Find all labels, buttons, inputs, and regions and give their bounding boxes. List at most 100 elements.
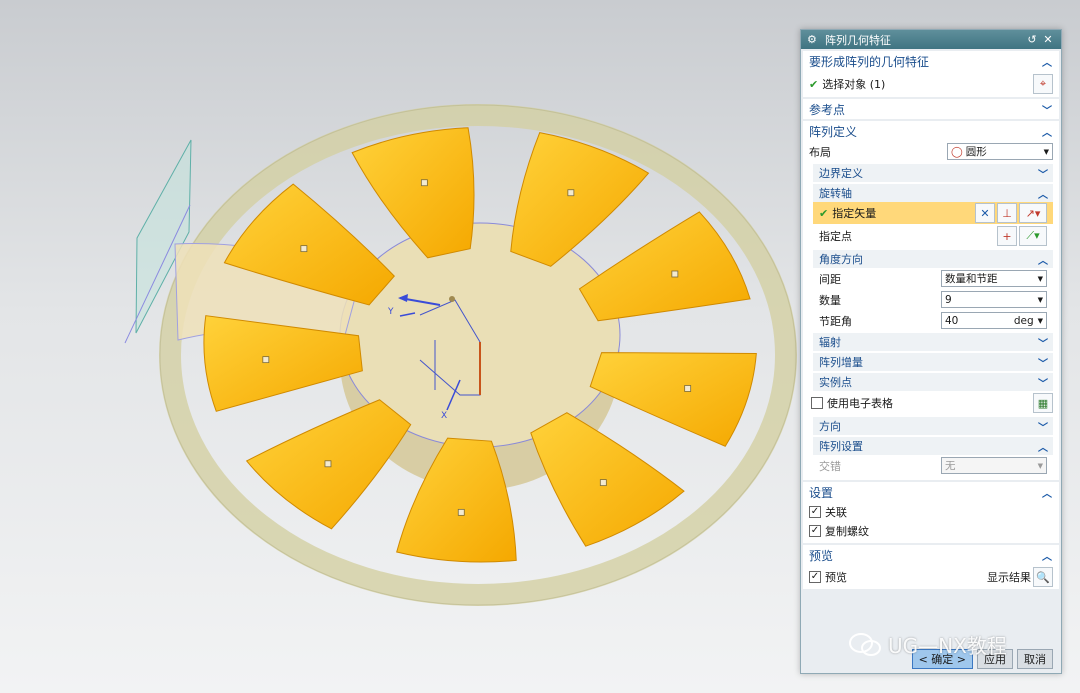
instance-points-header[interactable]: 实例点 ﹀ <box>813 373 1053 391</box>
spacing-select[interactable]: 数量和节距 ▼ <box>941 270 1047 287</box>
pitch-angle-value: 40 <box>945 314 959 327</box>
section-definition-title: 阵列定义 <box>809 124 858 139</box>
fan-blade[interactable] <box>589 352 757 447</box>
count-value: 9 <box>945 293 952 306</box>
direction-header[interactable]: 方向 ﹀ <box>813 417 1053 435</box>
chevron-up-icon[interactable]: ︿ <box>1037 186 1049 201</box>
specify-point-row[interactable]: 指定点 + ⟋▾ <box>813 224 1053 248</box>
associative-label: 关联 <box>825 505 847 519</box>
magnifier-icon[interactable]: 🔍 <box>1033 567 1053 587</box>
preview-checkbox[interactable]: ✓ <box>809 571 821 583</box>
chevron-down-icon[interactable]: ﹀ <box>1037 355 1049 370</box>
blade-reference-marker[interactable] <box>262 356 270 364</box>
spreadsheet-icon[interactable]: ▦ <box>1033 393 1053 413</box>
pitch-angle-row: 节距角 40 deg ▼ <box>813 310 1053 331</box>
section-preview-header[interactable]: 预览 ︿ <box>803 545 1059 565</box>
pitch-angle-label: 节距角 <box>819 314 852 328</box>
show-result-label: 显示结果 <box>987 571 1031 584</box>
boundary-title: 边界定义 <box>819 167 863 180</box>
pattern-settings-title: 阵列设置 <box>819 440 863 453</box>
count-input[interactable]: 9 ▼ <box>941 291 1047 308</box>
check-icon: ✔ <box>819 206 829 220</box>
reverse-direction-icon[interactable]: ✕ <box>975 203 995 223</box>
chevron-up-icon[interactable]: ︿ <box>1037 252 1049 267</box>
dropdown-arrow-icon[interactable]: ▼ <box>1038 296 1043 304</box>
rotation-axis-header[interactable]: 旋转轴 ︿ <box>813 184 1053 202</box>
pattern-geometry-dialog[interactable]: ⚙ 阵列几何特征 ↺ ✕ 要形成阵列的几何特征 ︿ ✔ 选择对象 (1) ⌖ 参… <box>800 29 1062 674</box>
increment-header[interactable]: 阵列增量 ﹀ <box>813 353 1053 371</box>
boundary-header[interactable]: 边界定义 ﹀ <box>813 164 1053 182</box>
layout-select[interactable]: ◯ 圆形 ▼ <box>947 143 1053 160</box>
spreadsheet-label: 使用电子表格 <box>827 397 893 410</box>
select-object-label: 选择对象 (1) <box>822 78 886 91</box>
blade-reference-marker[interactable] <box>300 245 308 253</box>
section-geometry-header[interactable]: 要形成阵列的几何特征 ︿ <box>803 51 1059 71</box>
chevron-up-icon[interactable]: ︿ <box>1041 485 1053 500</box>
fan-blade[interactable] <box>530 412 685 547</box>
chevron-down-icon[interactable]: ﹀ <box>1037 166 1049 181</box>
pitch-unit[interactable]: deg <box>1014 315 1034 327</box>
blade-reference-marker[interactable] <box>671 270 679 278</box>
vector-axis-icon[interactable]: ⊥ <box>997 203 1017 223</box>
chevron-up-icon[interactable]: ︿ <box>1037 439 1049 454</box>
subsection-radiation: 辐射 ﹀ 阵列增量 ﹀ 实例点 ﹀ <box>813 333 1053 391</box>
specify-vector-row[interactable]: ✔ 指定矢量 ✕ ⊥ ↗▾ <box>813 202 1053 224</box>
chevron-up-icon[interactable]: ︿ <box>1041 548 1053 563</box>
section-definition-header[interactable]: 阵列定义 ︿ <box>803 121 1059 141</box>
subsection-direction: 方向 ﹀ 阵列设置 ︿ 交错 无 ▼ <box>813 417 1053 476</box>
dialog-title: 阵列几何特征 <box>825 33 891 47</box>
associative-row: ✓ 关联 <box>803 502 1059 521</box>
pitch-angle-input[interactable]: 40 deg ▼ <box>941 312 1047 329</box>
point-inference-icon[interactable]: ⟋▾ <box>1019 226 1047 246</box>
associative-checkbox[interactable]: ✓ <box>809 505 821 518</box>
stagger-select[interactable]: 无 ▼ <box>941 457 1047 474</box>
chevron-down-icon[interactable]: ﹀ <box>1037 335 1049 350</box>
section-reference-header[interactable]: 参考点 ﹀ <box>803 99 1059 119</box>
section-pattern-definition: 阵列定义 ︿ 布局 ◯ 圆形 ▼ 边界定义 ﹀ 旋转轴 ︿ ✔ 指定矢量 ✕ ⊥… <box>803 121 1059 480</box>
model-canvas[interactable]: Y X <box>0 0 800 693</box>
blade-reference-marker[interactable] <box>567 189 575 197</box>
dropdown-arrow-icon: ▼ <box>1043 147 1049 156</box>
copy-threads-checkbox[interactable]: ✓ <box>809 524 821 537</box>
blade-reference-marker[interactable] <box>324 460 332 468</box>
blade-reference-marker[interactable] <box>684 385 692 392</box>
chevron-up-icon[interactable]: ︿ <box>1041 54 1053 69</box>
stagger-row: 交错 无 ▼ <box>813 455 1053 476</box>
stagger-label: 交错 <box>819 459 841 473</box>
count-label: 数量 <box>819 293 841 307</box>
layout-label: 布局 <box>809 145 831 159</box>
specify-point-label: 指定点 <box>819 230 852 243</box>
select-object-row[interactable]: ✔ 选择对象 (1) ⌖ <box>803 71 1059 97</box>
section-settings-header[interactable]: 设置 ︿ <box>803 482 1059 502</box>
pattern-settings-header[interactable]: 阵列设置 ︿ <box>813 437 1053 455</box>
blade-reference-marker[interactable] <box>420 179 428 187</box>
blade-reference-marker[interactable] <box>599 479 607 487</box>
subsection-angle-direction: 角度方向 ︿ 间距 数量和节距 ▼ 数量 9 ▼ 节距角 40 deg ▼ <box>813 250 1053 331</box>
chevron-down-icon[interactable]: ﹀ <box>1037 375 1049 390</box>
point-dialog-icon[interactable]: + <box>997 226 1017 246</box>
section-preview-title: 预览 <box>809 548 834 563</box>
close-icon[interactable]: ✕ <box>1041 33 1055 46</box>
dialog-titlebar[interactable]: ⚙ 阵列几何特征 ↺ ✕ <box>801 30 1061 49</box>
spacing-value: 数量和节距 <box>945 273 998 285</box>
chevron-up-icon[interactable]: ︿ <box>1041 124 1053 139</box>
count-row: 数量 9 ▼ <box>813 289 1053 310</box>
blade-reference-marker[interactable] <box>457 508 465 516</box>
spreadsheet-checkbox[interactable] <box>811 397 823 409</box>
fan-blade[interactable] <box>351 127 475 259</box>
cancel-button[interactable]: 取消 <box>1017 649 1053 669</box>
chevron-down-icon[interactable]: ﹀ <box>1037 419 1049 434</box>
preview-label: 预览 <box>825 571 847 584</box>
layout-value: 圆形 <box>965 146 987 158</box>
copy-threads-row: ✓ 复制螺纹 <box>803 521 1059 540</box>
reset-icon[interactable]: ↺ <box>1025 33 1039 46</box>
crosshair-icon[interactable]: ⌖ <box>1033 74 1053 94</box>
chevron-down-icon[interactable]: ﹀ <box>1041 102 1053 117</box>
axis-label-x: X <box>441 411 447 421</box>
fan-blade[interactable] <box>578 211 751 322</box>
increment-title: 阵列增量 <box>819 356 863 369</box>
angle-direction-header[interactable]: 角度方向 ︿ <box>813 250 1053 268</box>
dropdown-arrow-icon[interactable]: ▼ <box>1038 317 1043 325</box>
radiation-header[interactable]: 辐射 ﹀ <box>813 333 1053 351</box>
vector-dialog-icon[interactable]: ↗▾ <box>1019 203 1047 223</box>
